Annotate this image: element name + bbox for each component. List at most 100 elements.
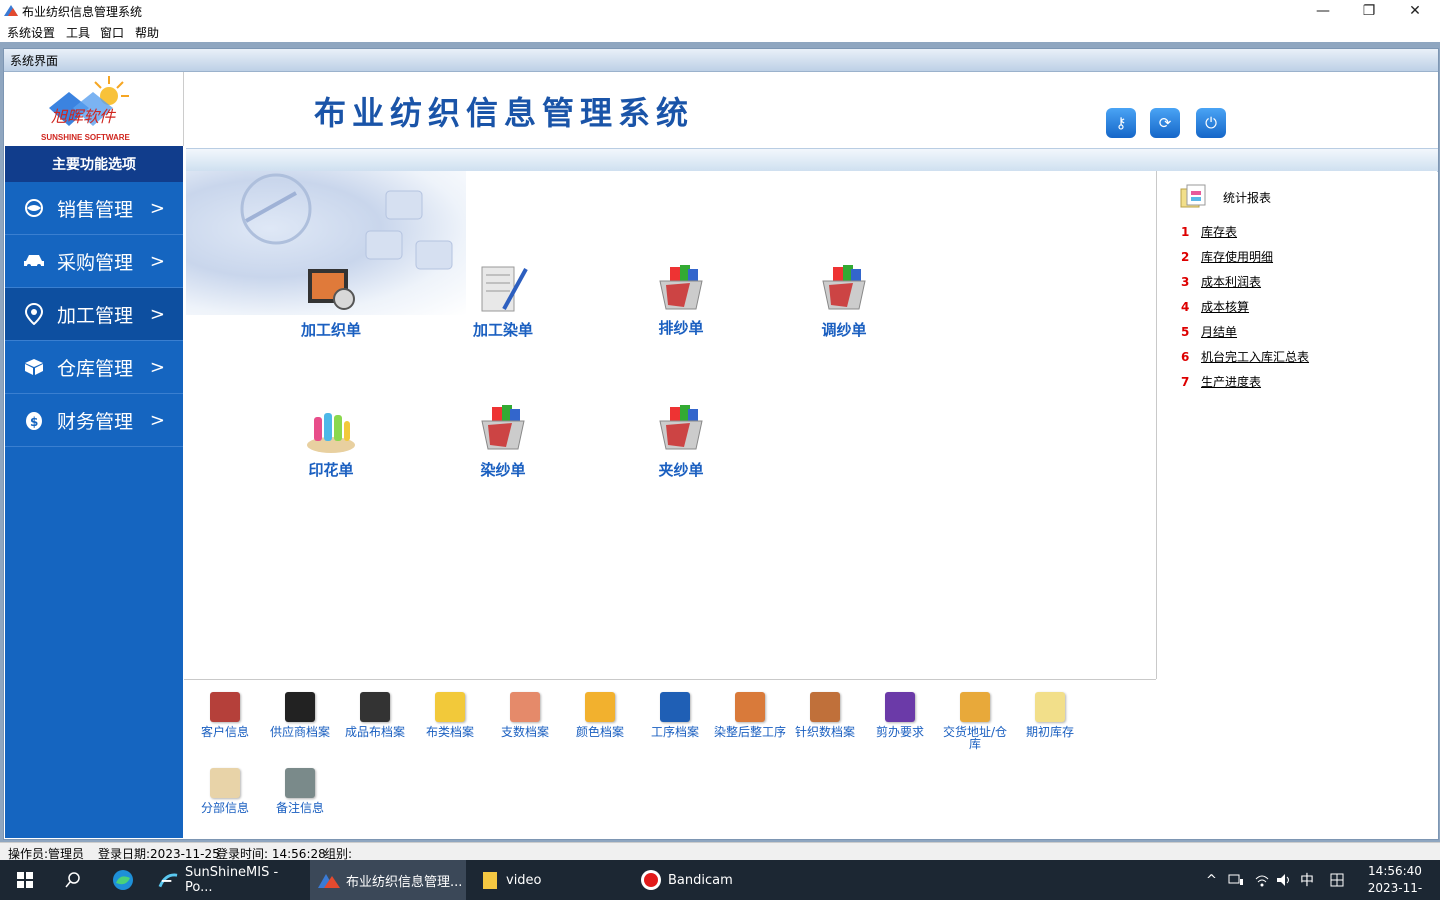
windows-icon — [17, 872, 33, 888]
archive-item-icon — [735, 692, 765, 722]
archive-item[interactable]: 支数档案 — [488, 692, 562, 738]
clock-time: 14:56:40 — [1368, 864, 1422, 878]
record-icon — [641, 870, 661, 890]
edge-icon — [113, 870, 133, 890]
archive-item[interactable]: 分部信息 — [188, 768, 262, 814]
tray-overflow[interactable]: ^ — [1206, 860, 1217, 900]
edge-browser-button[interactable] — [108, 860, 138, 900]
nav-item-purchase[interactable]: 采购管理 > — [5, 235, 183, 288]
archive-item[interactable]: 染整后整工序 — [713, 692, 787, 738]
task-video-folder[interactable]: video — [474, 860, 630, 900]
report-link-machine-summary[interactable]: 6 机台完工入库汇总表 — [1181, 348, 1309, 366]
clock[interactable]: 14:56:40 2023-11-25 — [1362, 863, 1428, 914]
globe-icon — [23, 197, 45, 219]
child-caption: 系统界面 — [4, 49, 1438, 72]
svg-text:旭晖软件: 旭晖软件 — [51, 107, 117, 126]
wifi-icon[interactable] — [1254, 860, 1270, 900]
archive-item[interactable]: 交货地址/仓库 — [938, 692, 1012, 750]
chevron-right-icon: > — [149, 409, 165, 431]
nav-item-label: 采购管理 — [57, 251, 134, 274]
stats-report-panel: 统计报表 1 库存表 2 库存使用明细 3 成本利润表 4 成本核算 5 月结单 6 机台完… — [1157, 171, 1437, 837]
task-textile-system[interactable]: 布业纺织信息管理... — [310, 860, 466, 900]
report-link-progress[interactable]: 7 生产进度表 — [1181, 373, 1261, 391]
svg-text:SUNSHINE SOFTWARE: SUNSHINE SOFTWARE — [41, 133, 131, 142]
menu-help[interactable]: 帮助 — [135, 24, 159, 41]
shopping-bag-icon[interactable] — [654, 403, 708, 457]
nav-item-sales[interactable]: 销售管理 > — [5, 182, 183, 235]
ime-mode-icon[interactable] — [1330, 860, 1344, 900]
paint-bottles-icon[interactable] — [304, 403, 358, 457]
chevron-right-icon: > — [149, 250, 165, 272]
archive-item[interactable]: 颜色档案 — [563, 692, 637, 738]
refresh-icon: ⟳ — [1158, 114, 1172, 132]
archive-item-icon — [285, 768, 315, 798]
menu-system-settings[interactable]: 系统设置 — [7, 24, 55, 41]
archive-item[interactable]: 客户信息 — [188, 692, 262, 738]
archive-item-label: 交货地址/仓库 — [942, 725, 1008, 751]
nav-item-processing[interactable]: 加工管理 > — [5, 288, 183, 341]
archive-item[interactable]: 针织数档案 — [788, 692, 862, 738]
status-bar: 操作员:管理员 登录日期:2023-11-25 登录时间: 14:56:28 组… — [0, 842, 1440, 861]
report-link-inventory-usage[interactable]: 2 库存使用明细 — [1181, 248, 1273, 266]
tile-yarn-adjustment[interactable]: 调纱单 — [784, 319, 904, 340]
archive-item-icon — [585, 692, 615, 722]
left-nav-panel: 旭晖软件 SUNSHINE SOFTWARE 主要功能选项 销售管理 > 采购管… — [5, 72, 184, 838]
shopping-bag-icon[interactable] — [817, 263, 871, 317]
minimize-button[interactable]: — — [1300, 0, 1346, 22]
location-icon — [23, 303, 45, 325]
archive-item-label: 剪办要求 — [875, 725, 924, 739]
report-link-cost-profit[interactable]: 3 成本利润表 — [1181, 273, 1261, 291]
taskbar: SunShineMIS - Po... 布业纺织信息管理... video Ba… — [0, 860, 1440, 912]
menu-tools[interactable]: 工具 — [66, 24, 90, 41]
folder-icon — [483, 872, 497, 889]
tile-yarn-clamp[interactable]: 夹纱单 — [621, 459, 741, 480]
maximize-button[interactable]: ❐ — [1346, 0, 1392, 22]
archive-item[interactable]: 布类档案 — [413, 692, 487, 738]
archive-item[interactable]: 剪办要求 — [863, 692, 937, 738]
start-button[interactable] — [10, 860, 40, 900]
archive-item-label: 分部信息 — [200, 801, 249, 815]
volume-icon[interactable] — [1276, 860, 1292, 900]
archive-item-icon — [360, 692, 390, 722]
tile-yarn-arrangement[interactable]: 排纱单 — [621, 317, 741, 338]
power-button[interactable]: ⏻ — [1196, 108, 1226, 138]
task-sunshinemis[interactable]: SunShineMIS - Po... — [152, 860, 304, 900]
tile-weaving-order[interactable]: 加工织单 — [271, 319, 391, 340]
document-pen-icon[interactable] — [476, 263, 530, 317]
archive-item-icon — [210, 692, 240, 722]
archive-item[interactable]: 期初库存 — [1013, 692, 1087, 738]
nav-item-label: 财务管理 — [57, 410, 134, 433]
archive-item[interactable]: 工序档案 — [638, 692, 712, 738]
window-title: 布业纺织信息管理系统 — [22, 5, 143, 19]
key-button[interactable]: ⚷ — [1106, 108, 1136, 138]
tray-network-icon[interactable] — [1228, 860, 1244, 900]
report-link-inventory[interactable]: 1 库存表 — [1181, 223, 1237, 241]
tile-dyeing-order[interactable]: 加工染单 — [443, 319, 563, 340]
nav-item-warehouse[interactable]: 仓库管理 > — [5, 341, 183, 394]
archive-item-label: 备注信息 — [275, 801, 324, 815]
report-link-monthly[interactable]: 5 月结单 — [1181, 323, 1237, 341]
photo-icon[interactable] — [304, 263, 358, 317]
task-bandicam[interactable]: Bandicam — [636, 860, 792, 900]
ime-language[interactable]: 中 — [1300, 860, 1314, 900]
shopping-bag-icon[interactable] — [476, 403, 530, 457]
nav-item-finance[interactable]: $ 财务管理 > — [5, 394, 183, 447]
report-link-cost-accounting[interactable]: 4 成本核算 — [1181, 298, 1249, 316]
system-title: 布业纺织信息管理系统 — [314, 94, 695, 132]
car-icon — [23, 250, 45, 272]
archive-item[interactable]: 备注信息 — [263, 768, 337, 814]
archive-item-icon — [810, 692, 840, 722]
refresh-button[interactable]: ⟳ — [1150, 108, 1180, 138]
stats-title: 统计报表 — [1223, 191, 1272, 205]
menu-bar: 系统设置 工具 窗口 帮助 — [0, 22, 1440, 42]
archive-item[interactable]: 供应商档案 — [263, 692, 337, 738]
archive-item[interactable]: 成品布档案 — [338, 692, 412, 738]
tile-printing-order[interactable]: 印花单 — [271, 459, 391, 480]
textile-app-icon — [318, 874, 340, 888]
main-options-header: 主要功能选项 — [5, 146, 183, 182]
menu-window[interactable]: 窗口 — [100, 24, 124, 41]
shopping-bag-icon[interactable] — [654, 263, 708, 317]
search-button[interactable] — [60, 860, 86, 900]
close-button[interactable]: ✕ — [1392, 0, 1438, 22]
tile-yarn-dyeing[interactable]: 染纱单 — [443, 459, 563, 480]
